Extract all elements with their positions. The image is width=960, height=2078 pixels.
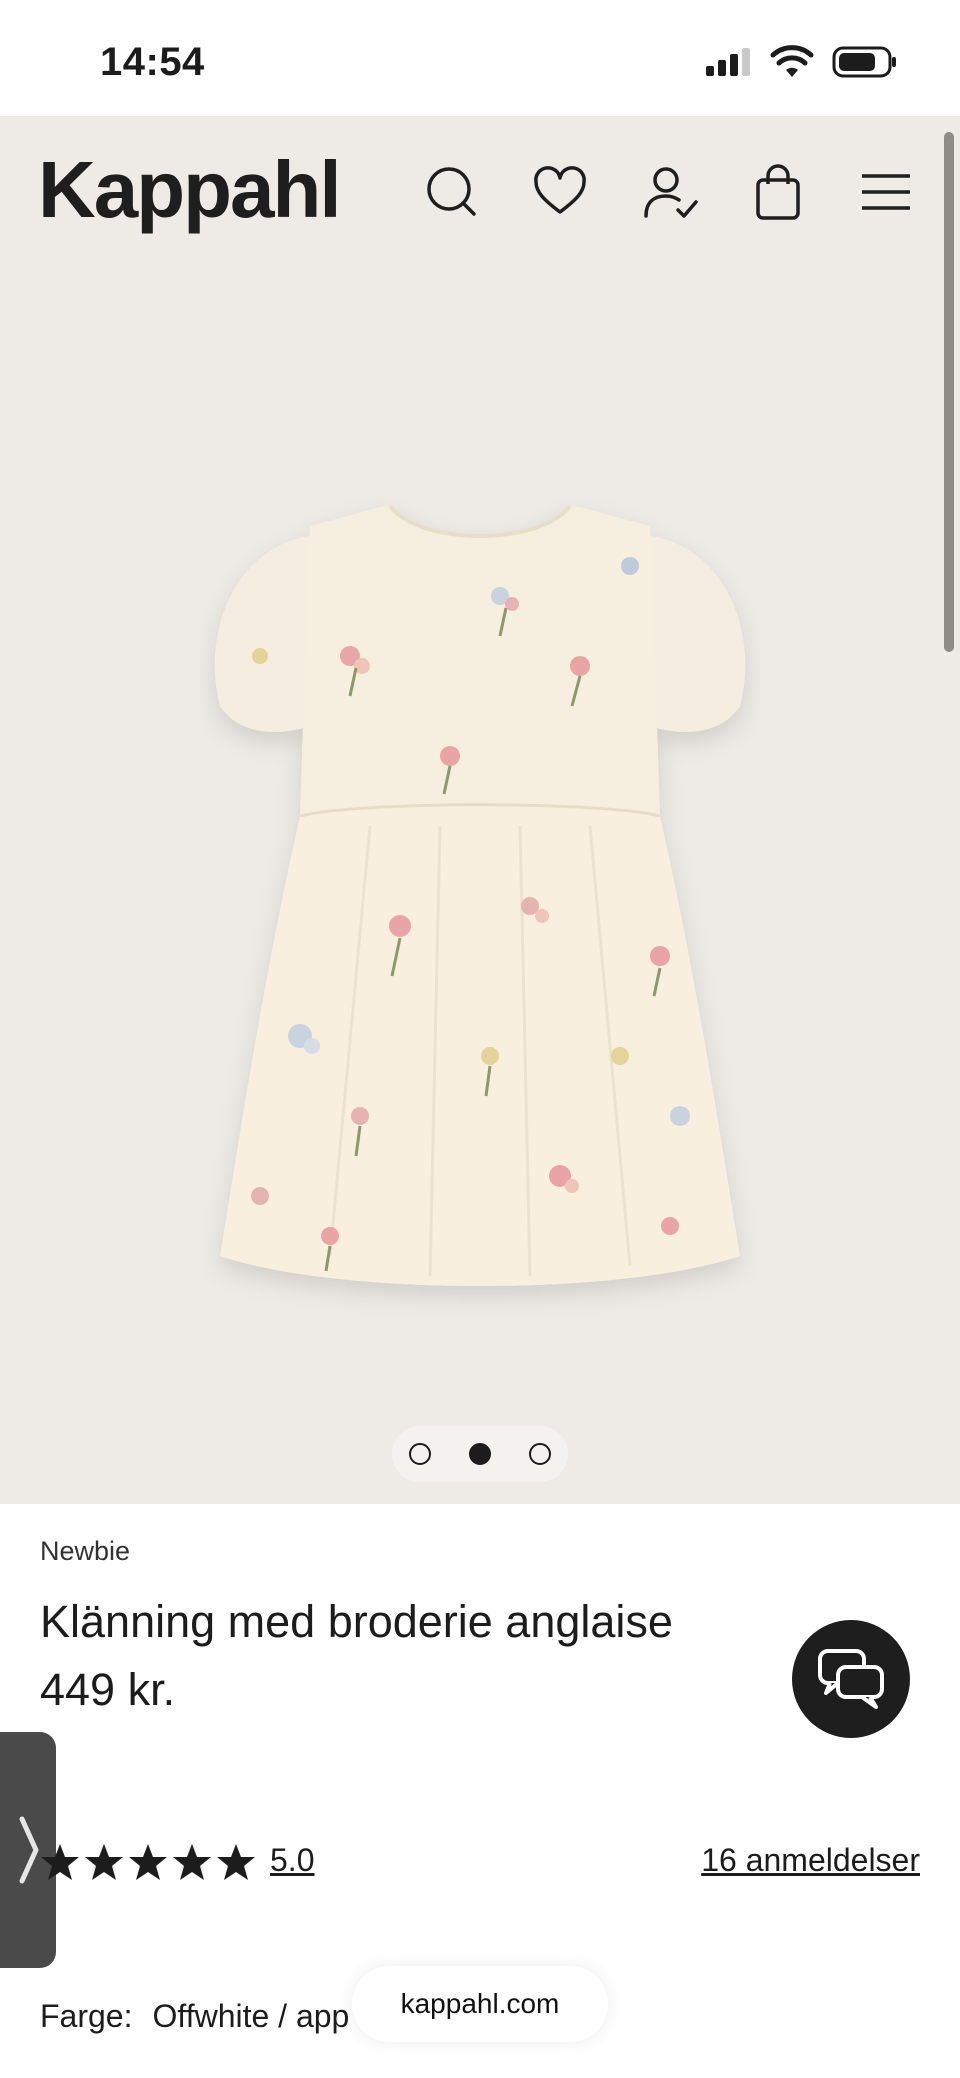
menu-icon[interactable]	[856, 162, 916, 222]
gallery-pagination	[392, 1426, 568, 1482]
rating-stars	[40, 1842, 256, 1882]
rating-row: 5.0 16 anmeldelser	[40, 1838, 920, 1888]
chat-icon	[818, 1649, 884, 1709]
gallery-dot-3[interactable]	[529, 1443, 551, 1465]
star-icon	[85, 1844, 123, 1880]
color-label: Farge:	[40, 1998, 133, 2034]
battery-icon	[832, 46, 896, 78]
wifi-icon	[770, 45, 814, 77]
browser-url-bar[interactable]: kappahl.com	[352, 1966, 608, 2042]
star-icon	[217, 1844, 255, 1880]
scrollbar[interactable]	[944, 132, 954, 652]
star-icon	[41, 1844, 79, 1880]
logo[interactable]: Kappahl	[38, 144, 342, 236]
color-row: Farge: Offwhite / app	[40, 1998, 349, 2035]
color-value: Offwhite / app	[152, 1998, 350, 2034]
product-title: Klänning med broderie anglaise	[40, 1596, 673, 1647]
product-brand[interactable]: Newbie	[40, 1536, 130, 1567]
account-icon[interactable]	[640, 162, 700, 222]
product-price: 449 kr.	[40, 1664, 176, 1715]
gallery-dot-1[interactable]	[409, 1443, 431, 1465]
gallery-dot-2[interactable]	[469, 1443, 491, 1465]
status-time: 14:54	[100, 40, 205, 84]
url-text: kappahl.com	[400, 1988, 560, 2019]
product-gallery[interactable]: Kappahl	[0, 116, 960, 1504]
chat-button[interactable]	[792, 1620, 910, 1738]
rating-value-link[interactable]: 5.0	[270, 1842, 314, 1879]
status-bar: 14:54	[0, 0, 960, 116]
site-header: Kappahl	[0, 116, 960, 266]
status-icons	[704, 44, 898, 80]
bag-icon[interactable]	[748, 162, 808, 222]
star-icon	[173, 1844, 211, 1880]
product-image	[214, 504, 746, 1286]
search-icon[interactable]	[422, 162, 482, 222]
chevron-right-icon	[19, 1816, 39, 1884]
heart-icon[interactable]	[530, 162, 590, 222]
signal-icon	[706, 48, 750, 76]
star-icon	[129, 1844, 167, 1880]
reviews-link[interactable]: 16 anmeldelser	[701, 1842, 920, 1879]
